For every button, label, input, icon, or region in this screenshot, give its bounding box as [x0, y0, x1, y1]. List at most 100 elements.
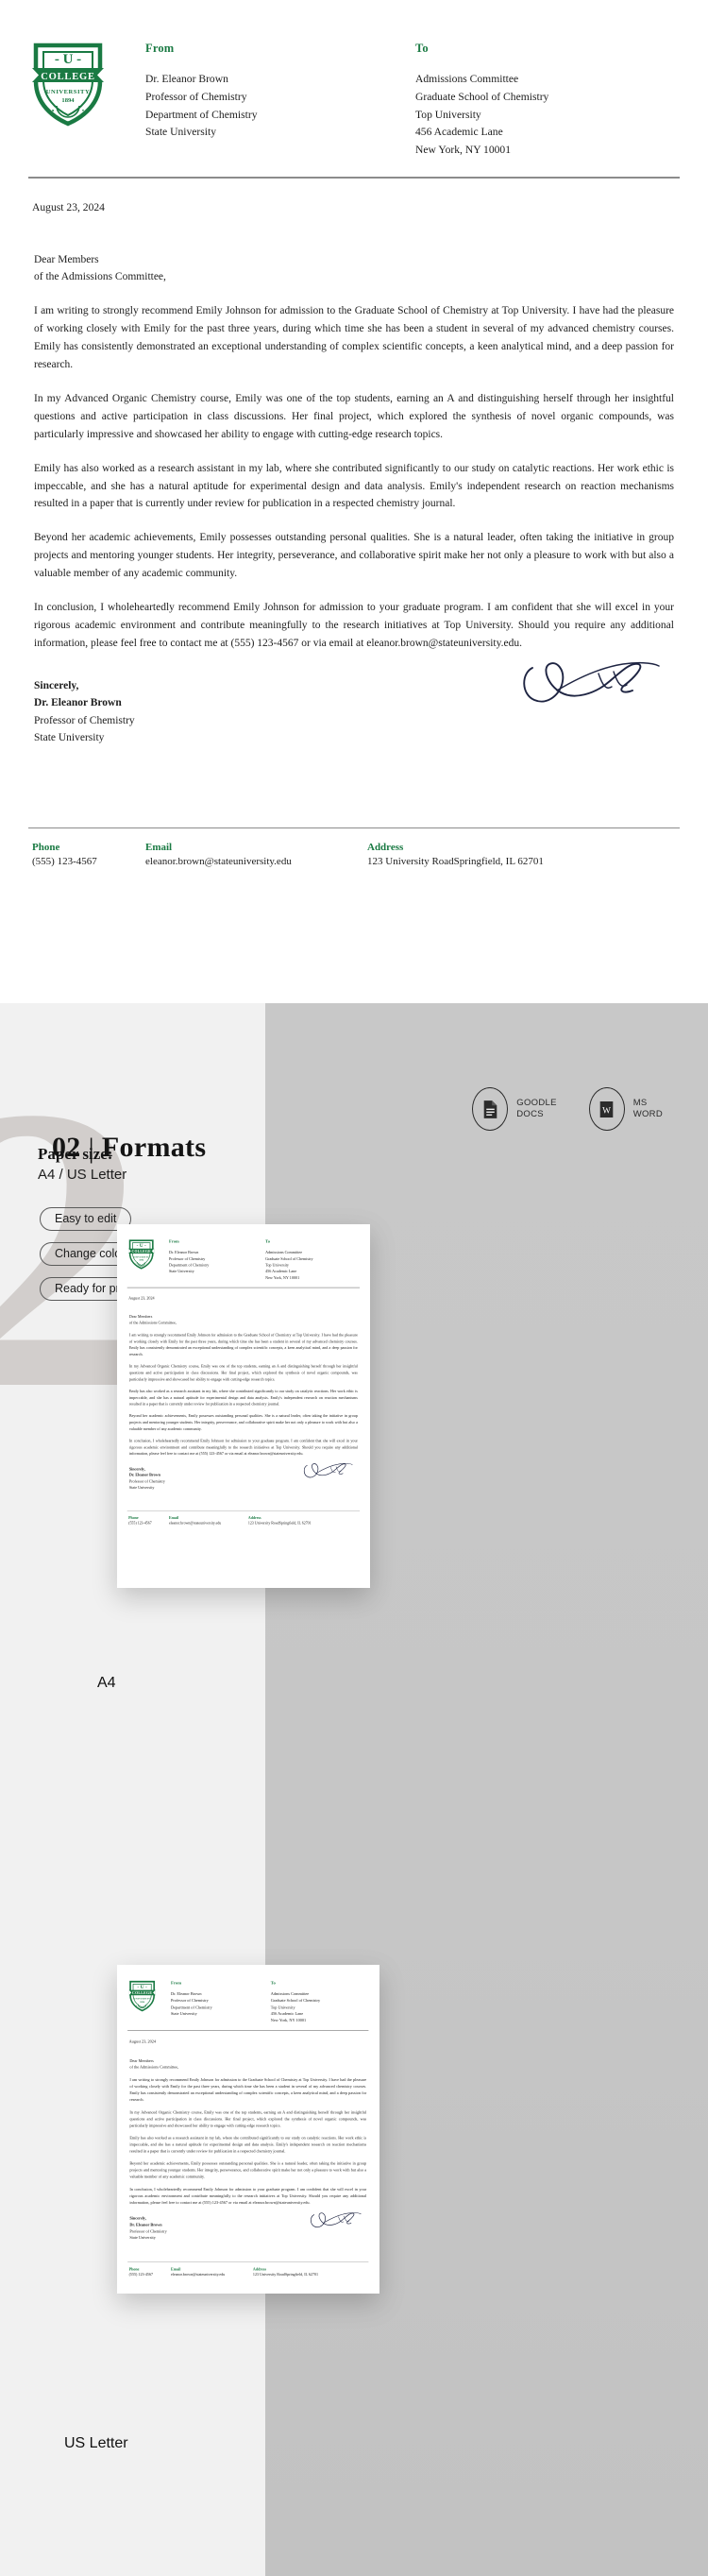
preview-card-usletter[interactable]: - U - COLLEGE UNIVERSITY 1894 From Dr. E… [117, 1965, 379, 2294]
to-label: To [270, 1980, 276, 1986]
to-line: Graduate School of Chemistry [270, 1998, 321, 2004]
email-label: Email [145, 842, 173, 854]
footer-phone: Phone (555) 123-4567 [129, 2267, 171, 2277]
letter-date: August 23, 2024 [32, 200, 105, 213]
to-label: To [265, 1238, 271, 1244]
letter-paragraph: Emily has also worked as a research assi… [34, 462, 674, 510]
letter-body: Dear Members of the Admissions Committee… [117, 1301, 370, 1491]
from-line: State University [168, 1269, 194, 1274]
email-value: eleanor.brown@stateuniversity.edu [170, 2272, 226, 2277]
to-line: Top University [415, 108, 481, 121]
salutation-line-2: of the Admissions Committee, [128, 1321, 177, 1325]
svg-text:- U -: - U - [137, 1243, 146, 1249]
footer-address: Address 123 University RoadSpringfield, … [248, 1516, 312, 1526]
from-line: Department of Chemistry [145, 108, 258, 121]
letter-footer: Phone (555) 123-4567 Email eleanor.brown… [117, 2262, 379, 2277]
handwritten-signature-icon [302, 1460, 353, 1484]
salutation-line-1: Dear Members [128, 1314, 153, 1320]
from-block: From Dr. Eleanor Brown Professor of Chem… [171, 1980, 268, 2023]
university-crest-logo: - U - COLLEGE UNIVERSITY 1894 [127, 1237, 156, 1270]
letter-paragraph: In my Advanced Organic Chemistry course,… [34, 392, 674, 440]
to-line: 456 Academic Lane [415, 126, 503, 139]
svg-text:- U -: - U - [137, 1985, 147, 1990]
letter-date: August 23, 2024 [128, 2039, 157, 2044]
email-label: Email [170, 2267, 181, 2272]
to-line: Admissions Committee [265, 1250, 303, 1255]
letter-paragraph: In my Advanced Organic Chemistry course,… [129, 2109, 367, 2128]
section-title: Formats [101, 1132, 207, 1163]
footer-address: Address 123 University RoadSpringfield, … [367, 842, 544, 867]
letter-paragraph: I am writing to strongly recommend Emily… [129, 2077, 367, 2102]
signer-org: State University [34, 731, 105, 743]
badge-line-1: MS [632, 1098, 648, 1109]
ms-word-icon: W [588, 1087, 625, 1131]
phone-label: Phone [128, 2267, 140, 2272]
signature-block: Sincerely, Dr. Eleanor Brown Professor o… [129, 2212, 366, 2241]
address-label: Address [252, 2267, 267, 2272]
preview-a4-content: - U - COLLEGE UNIVERSITY 1894 From Dr. E… [117, 1224, 370, 1534]
salutation-line-2: of the Admissions Committee, [129, 2065, 179, 2070]
svg-text:1894: 1894 [139, 1259, 144, 1262]
footer-phone: Phone (555) 123-4567 [128, 1516, 169, 1526]
badge-ms-word[interactable]: W MS WORD [588, 1087, 663, 1131]
from-line: Professor of Chemistry [145, 90, 247, 103]
salutation-line-1: Dear Members [34, 253, 99, 265]
to-line: 456 Academic Lane [270, 2011, 304, 2017]
preview-card-a4[interactable]: - U - COLLEGE UNIVERSITY 1894 From Dr. E… [117, 1224, 370, 1588]
from-block: From Dr. Eleanor Brown Professor of Chem… [145, 42, 408, 160]
paper-size-heading: Paper size: [38, 1145, 113, 1163]
phone-value: (555) 123-4567 [32, 856, 97, 868]
footer-email: Email eleanor.brown@stateuniversity.edu [169, 1516, 248, 1526]
letter-footer: Phone (555) 123-4567 Email eleanor.brown… [117, 1511, 370, 1526]
salutation-line-1: Dear Members [129, 2058, 154, 2063]
to-line: Graduate School of Chemistry [265, 1256, 313, 1261]
letter-paragraph: In conclusion, I wholeheartedly recommen… [34, 602, 674, 650]
address-value: 123 University RoadSpringfield, IL 62701 [367, 856, 544, 868]
svg-text:COLLEGE: COLLEGE [41, 72, 95, 82]
phone-label: Phone [128, 1515, 139, 1521]
badge-line-2: WORD [632, 1109, 663, 1119]
preview-usletter-content: - U - COLLEGE UNIVERSITY 1894 From Dr. E… [117, 1965, 379, 2286]
email-label: Email [168, 1515, 179, 1521]
to-line: Admissions Committee [270, 1991, 310, 1997]
salutation-line-2: of the Admissions Committee, [34, 271, 166, 283]
letter-paragraph: I am writing to strongly recommend Emily… [128, 1333, 358, 1356]
from-line: State University [145, 126, 217, 139]
letter-body: Dear Members of the Admissions Committee… [0, 213, 708, 746]
from-line: Department of Chemistry [168, 1262, 210, 1268]
letter-header: - U - COLLEGE UNIVERSITY 1894 From Dr. E… [117, 1224, 370, 1281]
to-block: To Admissions Committee Graduate School … [408, 42, 670, 160]
letter-date: August 23, 2024 [128, 1295, 155, 1301]
signature-block: Sincerely, Dr. Eleanor Brown Professor o… [129, 1463, 358, 1491]
from-block: From Dr. Eleanor Brown Professor of Chem… [169, 1239, 262, 1282]
to-line: Top University [265, 1262, 289, 1268]
svg-text:COLLEGE: COLLEGE [132, 1991, 152, 1995]
preview-letter-document: - U - COLLEGE UNIVERSITY 1894 From Dr. E… [117, 1224, 370, 1534]
badge-google-docs[interactable]: GOODLE DOCS [472, 1087, 556, 1131]
letter-paragraph: In conclusion, I wholeheartedly recommen… [128, 1439, 358, 1457]
letter-paragraph: Beyond her academic achievements, Emily … [128, 1414, 358, 1431]
from-line: Dr. Eleanor Brown [170, 1991, 202, 1997]
handwritten-signature-icon [519, 653, 661, 719]
to-label: To [415, 42, 429, 55]
letter-document: - U - COLLEGE UNIVERSITY 1894 From Dr. E… [0, 0, 708, 982]
phone-value: (555) 123-4567 [128, 2272, 154, 2277]
letter-paragraph: In my Advanced Organic Chemistry course,… [128, 1364, 358, 1382]
university-crest-logo: - U - COLLEGE UNIVERSITY 1894 [127, 1978, 157, 2012]
email-value: eleanor.brown@stateuniversity.edu [145, 856, 292, 868]
from-line: Dr. Eleanor Brown [168, 1250, 199, 1255]
to-line: Top University [270, 2005, 295, 2010]
badge-google-docs-label: GOODLE DOCS [516, 1098, 556, 1120]
badge-line-1: GOODLE [516, 1098, 557, 1109]
paper-size-value: A4 / US Letter [38, 1167, 127, 1183]
from-line: Dr. Eleanor Brown [145, 73, 228, 85]
signer-org: State University [129, 2235, 156, 2241]
letter-paragraph: I am writing to strongly recommend Emily… [34, 304, 674, 370]
phone-label: Phone [32, 842, 60, 854]
letter-paragraph: Beyond her academic achievements, Emily … [34, 532, 674, 580]
to-block: To Admissions Committee Graduate School … [268, 1980, 365, 2023]
from-label: From [170, 1980, 182, 1986]
to-line: Graduate School of Chemistry [415, 90, 549, 103]
address-label: Address [367, 842, 404, 854]
handwritten-signature-icon [310, 2209, 362, 2234]
